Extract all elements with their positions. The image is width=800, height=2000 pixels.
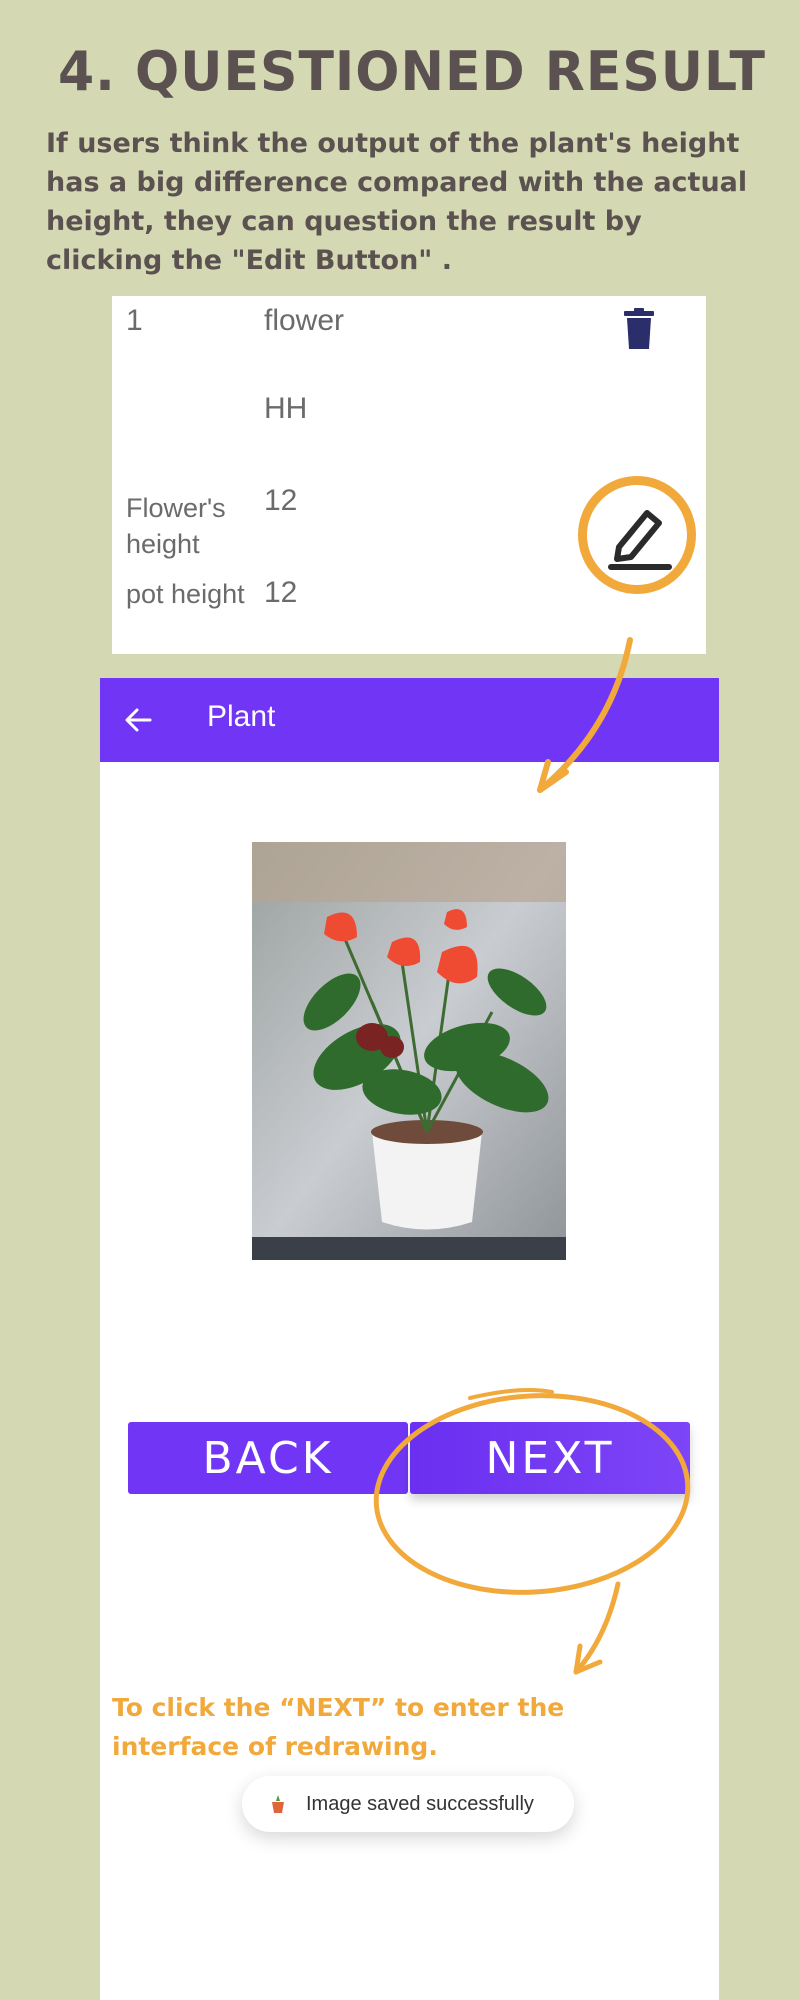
plant-record-card: 1 flower HH Flower's height 12 pot heigh…: [112, 296, 706, 654]
record-index: 1: [126, 304, 143, 337]
plant-screen: Plant BACK NEXT To click the “NEXT” to e…: [100, 678, 719, 2000]
back-arrow-icon[interactable]: [124, 706, 152, 734]
record-code: HH: [264, 392, 308, 425]
toast-notification: Image saved successfully: [242, 1776, 574, 1832]
flower-height-label: Flower's height: [126, 493, 226, 559]
app-bar-title: Plant: [207, 700, 276, 733]
plant-photo: [252, 842, 566, 1260]
trash-icon[interactable]: [622, 308, 656, 350]
edit-pencil-icon: [608, 510, 672, 570]
app-bar: Plant: [100, 678, 719, 762]
pot-height-value: 12: [264, 576, 298, 609]
flower-height-value: 12: [264, 484, 298, 517]
edit-button[interactable]: [578, 476, 696, 594]
toast-text: Image saved successfully: [306, 1792, 534, 1815]
record-name: flower: [264, 304, 345, 337]
description-text: If users think the output of the plant's…: [46, 128, 748, 276]
pot-height-label: pot height: [126, 579, 245, 609]
instruction-text: To click the “NEXT” to enter the interfa…: [112, 1693, 565, 1761]
page-title: 4. QUESTIONED RESULT: [58, 40, 767, 104]
back-button[interactable]: BACK: [128, 1422, 408, 1494]
next-button[interactable]: NEXT: [410, 1422, 690, 1494]
toast-app-icon: [272, 1795, 284, 1813]
